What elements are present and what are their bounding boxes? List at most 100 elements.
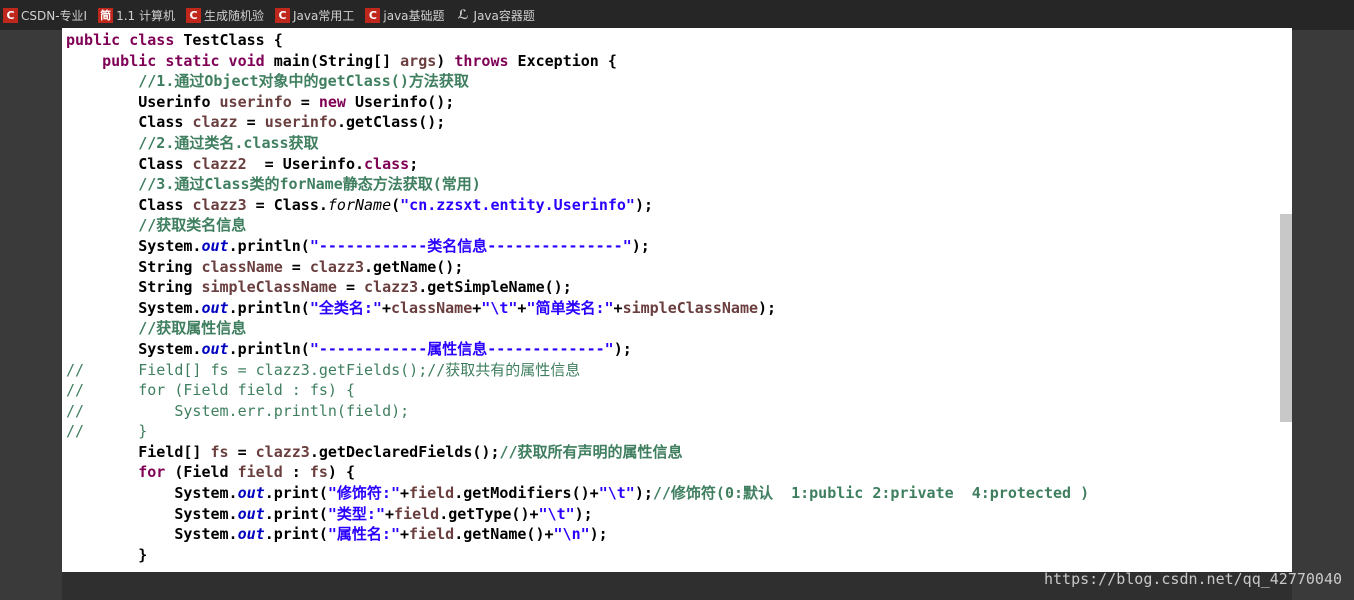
punct: ); — [613, 339, 632, 358]
code-block: public class TestClass { public static v… — [66, 30, 1089, 565]
static-field: out — [201, 298, 229, 317]
commented-code: } — [84, 422, 148, 441]
type: String — [138, 278, 202, 297]
commented-code: fs — [309, 381, 328, 400]
bookmark-csdn[interactable]: C CSDN-专业I — [0, 0, 95, 30]
expression: .getSimpleName(); — [418, 278, 572, 297]
bookmark-label: 生成随机验 — [204, 8, 265, 23]
keyword: throws — [454, 51, 509, 70]
class-decl: TestClass { — [183, 31, 283, 49]
expression: .getModifiers()+ — [454, 484, 599, 503]
code-line-13: String simpleClassName = clazz3.getSimpl… — [66, 277, 1089, 298]
local-variable: clazz3 — [255, 442, 310, 461]
vertical-scrollbar[interactable] — [1280, 214, 1292, 422]
bookmark-java-basics[interactable]: C java基础题 — [362, 0, 452, 30]
code-editor[interactable]: public class TestClass { public static v… — [62, 28, 1292, 572]
static-method: forName — [327, 195, 392, 214]
bookmark-label: 1.1 计算机 — [116, 8, 175, 23]
code-line-3: //1.通过Object对象中的getClass()方法获取 — [66, 71, 1089, 92]
code-line-25: System.out.print("属性名:"+field.getName()+… — [66, 524, 1089, 545]
expression: System. — [138, 298, 202, 317]
local-variable: clazz — [192, 113, 238, 132]
bookmark-random-captcha[interactable]: C 生成随机验 — [183, 0, 272, 30]
punct: ) { — [327, 463, 355, 482]
operator: + — [613, 298, 623, 317]
expression: System. — [138, 339, 202, 358]
comment: //获取所有声明的属性信息 — [499, 442, 683, 461]
local-variable: field — [394, 504, 440, 523]
bookmark-java-tools[interactable]: C Java常用工 — [272, 0, 362, 30]
code-line-14: System.out.println("全类名:"+className+"\t"… — [66, 298, 1089, 319]
code-line-16: System.out.println("------------属性信息----… — [66, 339, 1089, 360]
punct: ); — [634, 195, 654, 214]
bookmarks-bar: C CSDN-专业I 简 1.1 计算机 C 生成随机验 C Java常用工 C… — [0, 0, 1354, 30]
bookmark-java-containers[interactable]: ℒ Java容器题 — [453, 0, 543, 30]
operator: + — [400, 484, 410, 503]
code-line-12: String className = clazz3.getName(); — [66, 257, 1089, 278]
bookmark-computer[interactable]: 简 1.1 计算机 — [95, 0, 183, 30]
csdn-icon: C — [365, 7, 381, 23]
code-line-6: //2.通过类名.class获取 — [66, 133, 1089, 154]
comment: //1.通过Object对象中的getClass()方法获取 — [138, 72, 469, 91]
watermark: https://blog.csdn.net/qq_42770040 — [1043, 570, 1342, 588]
code-line-18: // for (Field field : fs) { — [66, 380, 1089, 401]
code-line-11: System.out.println("------------类名信息----… — [66, 236, 1089, 257]
method-signature: main(String[] — [273, 51, 401, 70]
operator: = — [291, 92, 319, 111]
expression: .getClass(); — [336, 113, 446, 132]
bookmark-label: Java容器题 — [473, 8, 535, 23]
operator: + — [381, 298, 391, 317]
static-field: out — [237, 484, 265, 503]
code-line-17: // Field[] fs = clazz3.getFields();//获取共… — [66, 360, 1089, 381]
keyword: for — [138, 463, 166, 482]
type: Class — [138, 113, 193, 132]
leaf-icon: ℒ — [457, 7, 469, 23]
expression: = Userinfo. — [246, 154, 365, 173]
local-variable: fs — [210, 442, 229, 461]
commented-code: Field[] — [84, 360, 211, 379]
expression: = Class. — [246, 195, 328, 214]
expression: .println( — [228, 298, 310, 317]
operator: : — [282, 463, 310, 482]
operator: + — [400, 525, 410, 544]
type: String — [138, 257, 202, 276]
local-variable: field — [409, 525, 455, 544]
exception-type: Exception { — [508, 51, 617, 70]
comment: //3.通过Class类的forName静态方法获取(常用) — [138, 175, 481, 194]
expression: System. — [174, 484, 238, 503]
local-variable: fs — [309, 463, 328, 482]
commented-code: fs — [210, 360, 229, 379]
comment: //2.通过类名.class获取 — [138, 133, 319, 152]
expression: System. — [174, 525, 238, 544]
local-variable: clazz3 — [192, 195, 247, 214]
string-literal: "\n" — [553, 525, 590, 544]
code-line-23: System.out.print("修饰符:"+field.getModifie… — [66, 483, 1089, 504]
keyword: public static void — [102, 51, 274, 70]
keyword: new — [318, 92, 346, 111]
punct: ); — [574, 504, 593, 523]
comment: //获取属性信息 — [138, 319, 247, 338]
commented-code: System.err.println(field); — [84, 401, 410, 420]
commented-code: field — [237, 381, 283, 400]
csdn-icon: C — [186, 7, 201, 23]
commented-code: for (Field — [84, 381, 238, 400]
comment: //修饰符(0:默认 1:public 2:private 4:protecte… — [652, 484, 1090, 503]
local-variable: simpleClassName — [622, 298, 759, 317]
expression: .print( — [264, 525, 328, 544]
punct: ); — [589, 525, 608, 544]
operator: = — [228, 442, 256, 461]
code-line-21: Field[] fs = clazz3.getDeclaredFields();… — [66, 442, 1089, 463]
local-variable: userinfo — [219, 92, 292, 111]
code-line-1: public class TestClass { — [66, 30, 1089, 51]
punct: ); — [631, 236, 650, 255]
operator: = — [237, 113, 265, 132]
local-variable: simpleClassName — [201, 278, 337, 297]
punct: ); — [634, 484, 653, 503]
type: Class — [138, 195, 193, 214]
local-variable: clazz3 — [364, 278, 419, 297]
static-field: out — [237, 504, 265, 523]
punct: ; — [409, 154, 419, 173]
local-variable: field — [409, 484, 455, 503]
expression: (Field — [165, 463, 238, 482]
code-line-8: //3.通过Class类的forName静态方法获取(常用) — [66, 174, 1089, 195]
